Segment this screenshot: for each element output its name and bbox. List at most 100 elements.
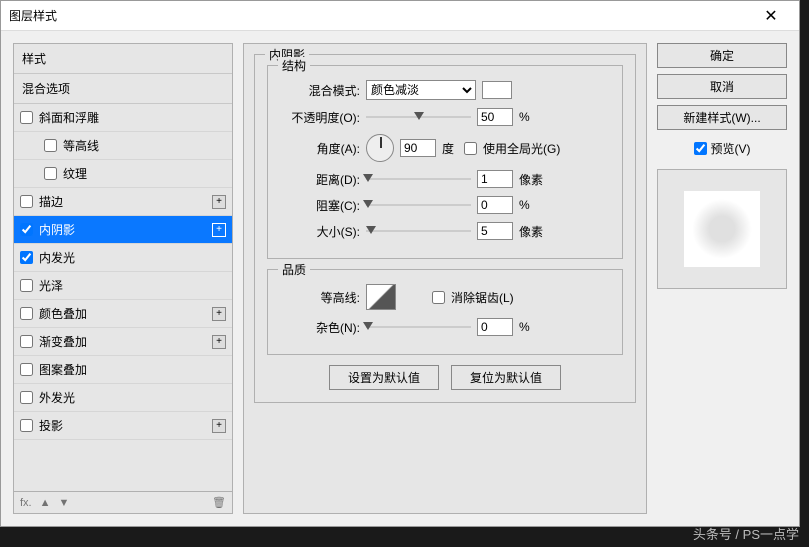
- settings-panel: 内阴影 结构 混合模式: 颜色减淡 不透明度(O): 50 %: [243, 43, 647, 514]
- blend-mode-label: 混合模式:: [280, 82, 360, 99]
- reset-default-button[interactable]: 复位为默认值: [451, 365, 561, 390]
- plus-icon[interactable]: +: [212, 223, 226, 237]
- watermark: 头条号 / PS一点学: [693, 524, 799, 543]
- contour-picker[interactable]: [366, 284, 396, 310]
- distance-input[interactable]: 1: [477, 170, 513, 188]
- distance-label: 距离(D):: [280, 171, 360, 188]
- style-checkbox[interactable]: [20, 279, 33, 292]
- global-light-label: 使用全局光(G): [483, 140, 560, 157]
- angle-label: 角度(A):: [280, 140, 360, 157]
- style-row[interactable]: 内发光: [14, 244, 232, 272]
- ok-button[interactable]: 确定: [657, 43, 787, 68]
- style-label: 内发光: [39, 249, 226, 266]
- style-checkbox[interactable]: [20, 251, 33, 264]
- contour-label: 等高线:: [280, 289, 360, 306]
- plus-icon[interactable]: +: [212, 419, 226, 433]
- distance-slider[interactable]: [366, 172, 471, 186]
- color-swatch[interactable]: [482, 81, 512, 99]
- style-row[interactable]: 等高线: [14, 132, 232, 160]
- opacity-label: 不透明度(O):: [280, 109, 360, 126]
- noise-label: 杂色(N):: [280, 319, 360, 336]
- antialias-label: 消除锯齿(L): [451, 289, 514, 306]
- choke-unit: %: [519, 198, 549, 212]
- fx-menu-icon[interactable]: fx.: [20, 497, 32, 509]
- style-row[interactable]: 纹理: [14, 160, 232, 188]
- size-unit: 像素: [519, 223, 549, 240]
- style-checkbox[interactable]: [20, 391, 33, 404]
- style-label: 斜面和浮雕: [39, 109, 226, 126]
- choke-input[interactable]: 0: [477, 196, 513, 214]
- size-slider[interactable]: [366, 224, 471, 238]
- quality-title: 品质: [278, 261, 310, 278]
- style-row[interactable]: 渐变叠加+: [14, 328, 232, 356]
- cancel-button[interactable]: 取消: [657, 74, 787, 99]
- structure-title: 结构: [278, 57, 310, 74]
- preview-label: 预览(V): [711, 140, 751, 157]
- style-checkbox[interactable]: [20, 419, 33, 432]
- layer-style-dialog: 图层样式 ✕ 样式 混合选项 斜面和浮雕等高线纹理描边+内阴影+ 内发光光泽颜色叠…: [0, 0, 800, 527]
- style-list: 样式 混合选项 斜面和浮雕等高线纹理描边+内阴影+内发光光泽颜色叠加+渐变叠加+…: [13, 43, 233, 492]
- style-checkbox[interactable]: [20, 335, 33, 348]
- style-checkbox[interactable]: [20, 111, 33, 124]
- style-checkbox[interactable]: [20, 195, 33, 208]
- distance-unit: 像素: [519, 171, 549, 188]
- styles-header[interactable]: 样式: [14, 44, 232, 74]
- trash-icon[interactable]: 🗑: [212, 496, 226, 509]
- style-row[interactable]: 外发光: [14, 384, 232, 412]
- style-list-footer: fx. ▲ ▼ 🗑: [13, 492, 233, 514]
- style-row[interactable]: 斜面和浮雕: [14, 104, 232, 132]
- style-label: 等高线: [63, 137, 226, 154]
- style-checkbox[interactable]: [44, 139, 57, 152]
- opacity-slider[interactable]: [366, 110, 471, 124]
- plus-icon[interactable]: +: [212, 335, 226, 349]
- opacity-input[interactable]: 50: [477, 108, 513, 126]
- angle-dial[interactable]: [366, 134, 394, 162]
- dialog-title: 图层样式: [9, 7, 751, 24]
- noise-slider[interactable]: [366, 320, 471, 334]
- style-label: 颜色叠加: [39, 305, 212, 322]
- preview-checkbox[interactable]: [694, 142, 707, 155]
- style-row[interactable]: 颜色叠加+: [14, 300, 232, 328]
- plus-icon[interactable]: +: [212, 195, 226, 209]
- right-pane: 确定 取消 新建样式(W)... 预览(V): [657, 43, 787, 514]
- global-light-checkbox[interactable]: [464, 142, 477, 155]
- style-row[interactable]: 描边+: [14, 188, 232, 216]
- opacity-unit: %: [519, 110, 549, 124]
- style-label: 渐变叠加: [39, 333, 212, 350]
- style-checkbox[interactable]: [20, 363, 33, 376]
- blend-options[interactable]: 混合选项: [14, 74, 232, 104]
- left-pane: 样式 混合选项 斜面和浮雕等高线纹理描边+内阴影+内发光光泽颜色叠加+渐变叠加+…: [13, 43, 233, 514]
- antialias-checkbox[interactable]: [432, 291, 445, 304]
- move-up-icon[interactable]: ▲: [40, 497, 51, 509]
- noise-input[interactable]: 0: [477, 318, 513, 336]
- style-checkbox[interactable]: [20, 223, 33, 236]
- angle-input[interactable]: 90: [400, 139, 436, 157]
- style-row[interactable]: 投影+: [14, 412, 232, 440]
- choke-slider[interactable]: [366, 198, 471, 212]
- style-label: 光泽: [39, 277, 226, 294]
- move-down-icon[interactable]: ▼: [59, 497, 70, 509]
- size-label: 大小(S):: [280, 223, 360, 240]
- style-label: 投影: [39, 417, 212, 434]
- choke-label: 阻塞(C):: [280, 197, 360, 214]
- style-checkbox[interactable]: [44, 167, 57, 180]
- angle-unit: 度: [442, 140, 454, 157]
- style-row[interactable]: 光泽: [14, 272, 232, 300]
- new-style-button[interactable]: 新建样式(W)...: [657, 105, 787, 130]
- style-label: 纹理: [63, 165, 226, 182]
- style-row[interactable]: 内阴影+: [14, 216, 232, 244]
- quality-group: 品质 等高线: 消除锯齿(L) 杂色(N): 0 %: [267, 269, 623, 355]
- content: 样式 混合选项 斜面和浮雕等高线纹理描边+内阴影+内发光光泽颜色叠加+渐变叠加+…: [1, 31, 799, 526]
- structure-group: 结构 混合模式: 颜色减淡 不透明度(O): 50 % 角度(A):: [267, 65, 623, 259]
- style-label: 图案叠加: [39, 361, 226, 378]
- close-icon[interactable]: ✕: [751, 6, 791, 26]
- preview-box: [657, 169, 787, 289]
- style-checkbox[interactable]: [20, 307, 33, 320]
- style-label: 外发光: [39, 389, 226, 406]
- set-default-button[interactable]: 设置为默认值: [329, 365, 439, 390]
- plus-icon[interactable]: +: [212, 307, 226, 321]
- inner-shadow-group: 内阴影 结构 混合模式: 颜色减淡 不透明度(O): 50 %: [254, 54, 636, 403]
- size-input[interactable]: 5: [477, 222, 513, 240]
- style-row[interactable]: 图案叠加: [14, 356, 232, 384]
- blend-mode-select[interactable]: 颜色减淡: [366, 80, 476, 100]
